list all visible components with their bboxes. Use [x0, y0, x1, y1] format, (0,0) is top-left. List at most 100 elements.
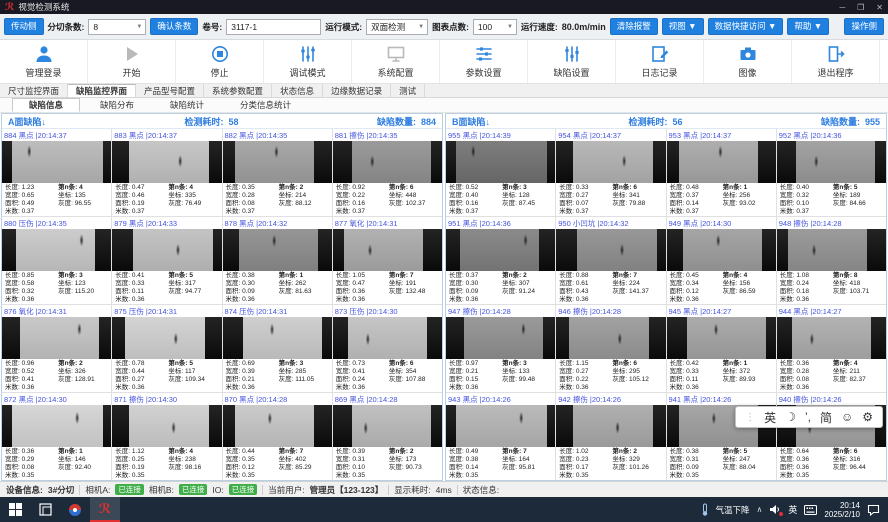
ime-punct[interactable]: ’,: [805, 410, 811, 424]
defect-card[interactable]: 880 压伤 |20:14:35 长度: 0.85 宽度: 0.58 面积: 0…: [2, 217, 111, 304]
defect-image[interactable]: [223, 229, 332, 271]
defect-card[interactable]: 948 擦伤 |20:14:28 长度: 1.08 宽度: 0.24 面积: 0…: [777, 217, 886, 304]
panel-title[interactable]: B面缺陷↓: [452, 115, 490, 128]
defect-card[interactable]: 943 黑点 |20:14:26 长度: 0.49 宽度: 0.38 面积: 0…: [446, 393, 555, 480]
close-button[interactable]: ✕: [876, 3, 883, 12]
taskbar-clock[interactable]: 20:14 2025/2/10: [824, 501, 860, 519]
data-access-menu-button[interactable]: 数据快捷访问 ▼: [708, 18, 784, 35]
defect-image[interactable]: [2, 229, 111, 271]
start-button[interactable]: [0, 497, 30, 522]
sound-tray-button[interactable]: [769, 504, 781, 515]
show-hidden-icons-button[interactable]: ∧: [757, 505, 763, 514]
ime-grip-handle[interactable]: ⋮: [745, 412, 755, 423]
defect-image[interactable]: [223, 141, 332, 183]
defect-image[interactable]: [112, 405, 221, 447]
tab-3[interactable]: 系统参数配置: [204, 84, 272, 97]
ribbon-button-play[interactable]: 开始: [88, 40, 176, 83]
ribbon-button-log[interactable]: 日志记录: [616, 40, 704, 83]
ime-moon-icon[interactable]: ☽: [785, 410, 796, 424]
defect-card[interactable]: 882 黑点 |20:14:35 长度: 0.35 宽度: 0.28 面积: 0…: [223, 129, 332, 216]
defect-card[interactable]: 946 擦伤 |20:14:28 长度: 1.15 宽度: 0.27 面积: 0…: [556, 305, 665, 392]
defect-card[interactable]: 881 擦伤 |20:14:35 长度: 0.92 宽度: 0.22 面积: 0…: [333, 129, 442, 216]
defect-image[interactable]: [112, 317, 221, 359]
defect-image[interactable]: [446, 141, 555, 183]
tab-4[interactable]: 状态信息: [272, 84, 323, 97]
defect-card[interactable]: 944 黑点 |20:14:27 长度: 0.36 宽度: 0.28 面积: 0…: [777, 305, 886, 392]
ribbon-button-camera[interactable]: 图像: [704, 40, 792, 83]
touch-keyboard-icon[interactable]: [804, 505, 817, 515]
defect-image[interactable]: [446, 229, 555, 271]
help-menu-button[interactable]: 帮助 ▼: [787, 18, 829, 35]
defect-image[interactable]: [223, 405, 332, 447]
defect-card[interactable]: 879 黑点 |20:14:33 长度: 0.41 宽度: 0.33 面积: 0…: [112, 217, 221, 304]
run-mode-select[interactable]: 双面检测 ▼: [366, 19, 428, 35]
defect-image[interactable]: [777, 317, 886, 359]
ime-lang-en[interactable]: 英: [764, 409, 776, 426]
ribbon-button-stop[interactable]: 停止: [176, 40, 264, 83]
defect-card[interactable]: 883 黑点 |20:14:37 长度: 0.47 宽度: 0.46 面积: 0…: [112, 129, 221, 216]
ime-settings-icon[interactable]: ⚙: [862, 410, 873, 424]
defect-card[interactable]: 955 黑点 |20:14:39 长度: 0.52 宽度: 0.40 面积: 0…: [446, 129, 555, 216]
defect-card[interactable]: 952 黑点 |20:14:36 长度: 0.40 宽度: 0.32 面积: 0…: [777, 129, 886, 216]
ime-emoji-icon[interactable]: ☺: [841, 410, 853, 424]
confirm-count-button[interactable]: 确认条数: [150, 18, 198, 35]
tab-1[interactable]: 缺陷监控界面: [68, 84, 136, 97]
subtab-1[interactable]: 缺陷分布: [84, 98, 150, 112]
ribbon-button-params[interactable]: 参数设置: [440, 40, 528, 83]
chart-points-select[interactable]: 100 ▼: [473, 19, 517, 35]
defect-image[interactable]: [333, 405, 442, 447]
clear-alarm-button[interactable]: 清除报警: [610, 18, 658, 35]
defect-image[interactable]: [556, 317, 665, 359]
defect-card[interactable]: 942 擦伤 |20:14:26 长度: 1.02 宽度: 0.23 面积: 0…: [556, 393, 665, 480]
defect-image[interactable]: [333, 317, 442, 359]
task-view-button[interactable]: [30, 497, 60, 522]
defect-image[interactable]: [446, 317, 555, 359]
defect-image[interactable]: [667, 141, 776, 183]
defect-card[interactable]: 954 黑点 |20:14:37 长度: 0.33 宽度: 0.27 面积: 0…: [556, 129, 665, 216]
defect-image[interactable]: [556, 405, 665, 447]
subtab-2[interactable]: 缺陷统计: [154, 98, 220, 112]
defect-card[interactable]: 949 黑点 |20:14:30 长度: 0.45 宽度: 0.34 面积: 0…: [667, 217, 776, 304]
defect-image[interactable]: [2, 141, 111, 183]
defect-card[interactable]: 869 黑点 |20:14:28 长度: 0.39 宽度: 0.31 面积: 0…: [333, 393, 442, 480]
ribbon-button-user[interactable]: 管理登录: [0, 40, 88, 83]
ribbon-button-monitor[interactable]: 系统配置: [352, 40, 440, 83]
defect-image[interactable]: [223, 317, 332, 359]
defect-card[interactable]: 945 黑点 |20:14:27 长度: 0.42 宽度: 0.33 面积: 0…: [667, 305, 776, 392]
defect-card[interactable]: 953 黑点 |20:14:37 长度: 0.48 宽度: 0.37 面积: 0…: [667, 129, 776, 216]
defect-card[interactable]: 951 黑点 |20:14:36 长度: 0.37 宽度: 0.30 面积: 0…: [446, 217, 555, 304]
action-center-icon[interactable]: [867, 504, 880, 516]
defect-image[interactable]: [556, 141, 665, 183]
defect-image[interactable]: [777, 229, 886, 271]
defect-image[interactable]: [112, 229, 221, 271]
defect-image[interactable]: [667, 317, 776, 359]
view-menu-button[interactable]: 视图 ▼: [662, 18, 704, 35]
defect-card[interactable]: 877 氧化 |20:14:31 长度: 1.05 宽度: 0.47 面积: 0…: [333, 217, 442, 304]
defect-image[interactable]: [667, 229, 776, 271]
subtab-0[interactable]: 缺陷信息: [12, 98, 80, 112]
defect-image[interactable]: [112, 141, 221, 183]
tab-0[interactable]: 尺寸监控界面: [0, 84, 68, 97]
ime-simplified[interactable]: 简: [820, 409, 832, 426]
defect-image[interactable]: [556, 229, 665, 271]
defect-image[interactable]: [2, 405, 111, 447]
panel-title[interactable]: A面缺陷↓: [8, 115, 46, 128]
defect-card[interactable]: 874 压伤 |20:14:31 长度: 0.69 宽度: 0.39 面积: 0…: [223, 305, 332, 392]
maximize-button[interactable]: ❐: [857, 3, 864, 12]
tab-2[interactable]: 产品型号配置: [136, 84, 204, 97]
roll-input[interactable]: 3117-1: [226, 19, 321, 35]
defect-card[interactable]: 873 压伤 |20:14:30 长度: 0.73 宽度: 0.41 面积: 0…: [333, 305, 442, 392]
defect-card[interactable]: 876 氧化 |20:14:31 长度: 0.96 宽度: 0.52 面积: 0…: [2, 305, 111, 392]
defect-card[interactable]: 950 小凹坑 |20:14:32 长度: 0.88 宽度: 0.61 面积: …: [556, 217, 665, 304]
operate-side-button[interactable]: 操作侧: [844, 18, 884, 35]
tab-5[interactable]: 边缘数据记录: [323, 84, 391, 97]
defect-image[interactable]: [446, 405, 555, 447]
slit-count-select[interactable]: 8 ▼: [88, 19, 146, 35]
ribbon-button-debug[interactable]: 调试模式: [264, 40, 352, 83]
defect-image[interactable]: [777, 141, 886, 183]
ribbon-button-defect[interactable]: 缺陷设置: [528, 40, 616, 83]
minimize-button[interactable]: ─: [839, 3, 845, 12]
defect-image[interactable]: [333, 141, 442, 183]
browser-taskbar-button[interactable]: [60, 497, 90, 522]
defect-card[interactable]: 870 黑点 |20:14:28 长度: 0.44 宽度: 0.35 面积: 0…: [223, 393, 332, 480]
